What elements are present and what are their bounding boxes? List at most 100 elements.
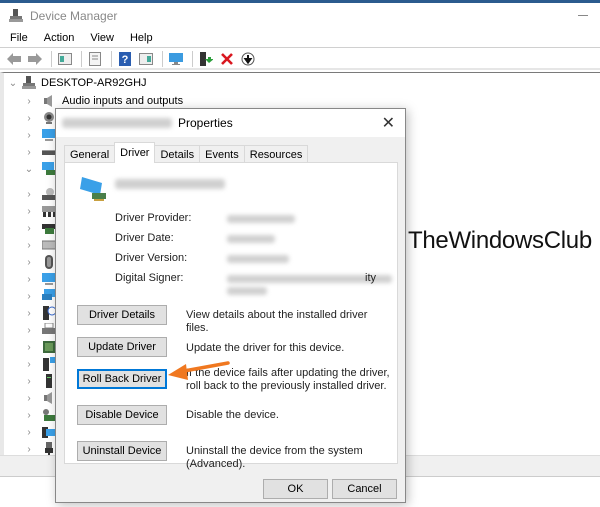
toolbar: ?: [0, 49, 600, 70]
update-driver-desc: Update the driver for this device.: [186, 342, 345, 354]
toolbar-separator: [111, 50, 112, 67]
tab-driver[interactable]: Driver: [114, 142, 156, 163]
annotation-arrow-icon: [168, 361, 230, 380]
svg-text:?: ?: [122, 54, 129, 66]
window-title: Device Manager: [30, 9, 118, 23]
driver-details-desc: View details about the installed driver …: [186, 309, 368, 334]
scan-hardware-icon[interactable]: [167, 51, 185, 67]
chevron-right-icon[interactable]: ›: [24, 206, 34, 217]
disable-device-button[interactable]: Disable Device: [77, 405, 167, 425]
chevron-right-icon[interactable]: ›: [24, 359, 34, 370]
storage-controller-icon: [42, 408, 56, 422]
monitors-icon: [42, 272, 56, 286]
system-device-icon: [42, 425, 56, 439]
audio-icon: [42, 94, 56, 108]
tab-general[interactable]: General: [64, 145, 116, 163]
chevron-right-icon[interactable]: ›: [24, 393, 34, 404]
dvd-drive-icon: [42, 187, 56, 201]
update-driver-button[interactable]: Update Driver: [77, 337, 167, 357]
action-pane-icon[interactable]: [137, 51, 155, 67]
driver-provider-value: [227, 215, 295, 223]
close-icon[interactable]: ✕: [382, 113, 395, 133]
minimize-button[interactable]: [578, 15, 588, 16]
chevron-right-icon[interactable]: ›: [24, 427, 34, 438]
chevron-right-icon[interactable]: ›: [24, 274, 34, 285]
help-icon[interactable]: ?: [116, 51, 134, 67]
chevron-right-icon[interactable]: ›: [24, 342, 34, 353]
chevron-right-icon[interactable]: ›: [24, 223, 34, 234]
disable-device-desc: Disable the device.: [186, 409, 279, 421]
tab-events[interactable]: Events: [199, 145, 245, 163]
processor-icon: [42, 340, 56, 354]
driver-provider-label: Driver Provider:: [115, 212, 192, 224]
chevron-right-icon[interactable]: ›: [24, 308, 34, 319]
chevron-right-icon[interactable]: ›: [24, 325, 34, 336]
device-name-blurred: [62, 118, 172, 128]
chevron-right-icon[interactable]: ›: [24, 291, 34, 302]
camera-icon: [42, 111, 56, 125]
update-driver-icon[interactable]: [197, 51, 215, 67]
toolbar-separator: [192, 50, 193, 67]
chevron-right-icon[interactable]: ›: [24, 147, 34, 158]
device-name-blurred: [115, 179, 225, 189]
menu-file[interactable]: File: [0, 32, 35, 44]
usb-controller-icon: [42, 442, 56, 456]
chevron-right-icon[interactable]: ›: [24, 240, 34, 251]
chevron-right-icon[interactable]: ›: [24, 130, 34, 141]
chevron-down-icon[interactable]: ⌄: [8, 78, 18, 89]
watermark-text: TheWindowsClub: [408, 227, 592, 254]
network-adapter-icon: [42, 289, 56, 303]
menu-action[interactable]: Action: [35, 32, 82, 44]
back-icon[interactable]: [5, 51, 23, 67]
chevron-right-icon[interactable]: ›: [24, 376, 34, 387]
tree-item-label: Audio inputs and outputs: [62, 95, 184, 107]
tab-strip: General Driver Details Events Resources: [64, 142, 309, 163]
chevron-right-icon[interactable]: ›: [24, 444, 34, 455]
uninstall-device-desc: Uninstall the device from the system (Ad…: [186, 445, 363, 470]
chevron-right-icon[interactable]: ›: [24, 410, 34, 421]
print-queue-icon: [42, 322, 56, 337]
driver-details-button[interactable]: Driver Details: [77, 305, 167, 325]
properties-dialog: Properties ✕ General Driver Details Even…: [55, 108, 406, 503]
cancel-button[interactable]: Cancel: [332, 479, 397, 499]
chevron-down-icon[interactable]: ⌄: [24, 164, 34, 175]
chevron-right-icon[interactable]: ›: [24, 189, 34, 200]
chevron-right-icon[interactable]: ›: [24, 113, 34, 124]
show-hide-console-tree-icon[interactable]: [56, 51, 74, 67]
ok-button[interactable]: OK: [263, 479, 328, 499]
driver-date-value: [227, 235, 275, 243]
hid-icon: [42, 204, 56, 218]
computer-icon: [22, 76, 36, 90]
digital-signer-tail: ity: [365, 272, 376, 284]
chevron-right-icon[interactable]: ›: [24, 257, 34, 268]
disable-icon[interactable]: [239, 51, 257, 67]
menu-help[interactable]: Help: [121, 32, 160, 44]
uninstall-icon[interactable]: [218, 51, 236, 67]
chevron-right-icon[interactable]: ›: [24, 96, 34, 107]
driver-version-value: [227, 255, 289, 263]
tree-root[interactable]: ⌄ DESKTOP-AR92GHJ: [8, 74, 147, 92]
sound-icon: [42, 391, 56, 405]
tree-root-label: DESKTOP-AR92GHJ: [41, 77, 147, 89]
driver-tab-panel: Driver Provider: Driver Date: Driver Ver…: [64, 162, 398, 470]
watermark-logo: TheWindowsClub: [375, 226, 592, 256]
tab-resources[interactable]: Resources: [243, 145, 309, 163]
title-bar: Device Manager: [0, 3, 600, 29]
menu-bar: File Action View Help: [0, 29, 600, 48]
properties-icon[interactable]: [86, 51, 104, 67]
toolbar-separator: [162, 50, 163, 67]
toolbar-separator: [51, 50, 52, 67]
toolbar-separator: [81, 50, 82, 67]
device-manager-icon: [9, 9, 23, 23]
tab-details[interactable]: Details: [154, 145, 201, 163]
keyboard-icon: [41, 238, 57, 252]
menu-view[interactable]: View: [81, 32, 121, 44]
uninstall-device-button[interactable]: Uninstall Device: [77, 441, 167, 461]
ide-controller-icon: [42, 221, 56, 235]
roll-back-driver-button[interactable]: Roll Back Driver: [77, 369, 167, 389]
monitor-icon: [42, 128, 56, 142]
forward-icon[interactable]: [26, 51, 44, 67]
driver-date-label: Driver Date:: [115, 232, 174, 244]
digital-signer-value-line2: [227, 287, 267, 295]
other-devices-icon: [42, 306, 57, 320]
